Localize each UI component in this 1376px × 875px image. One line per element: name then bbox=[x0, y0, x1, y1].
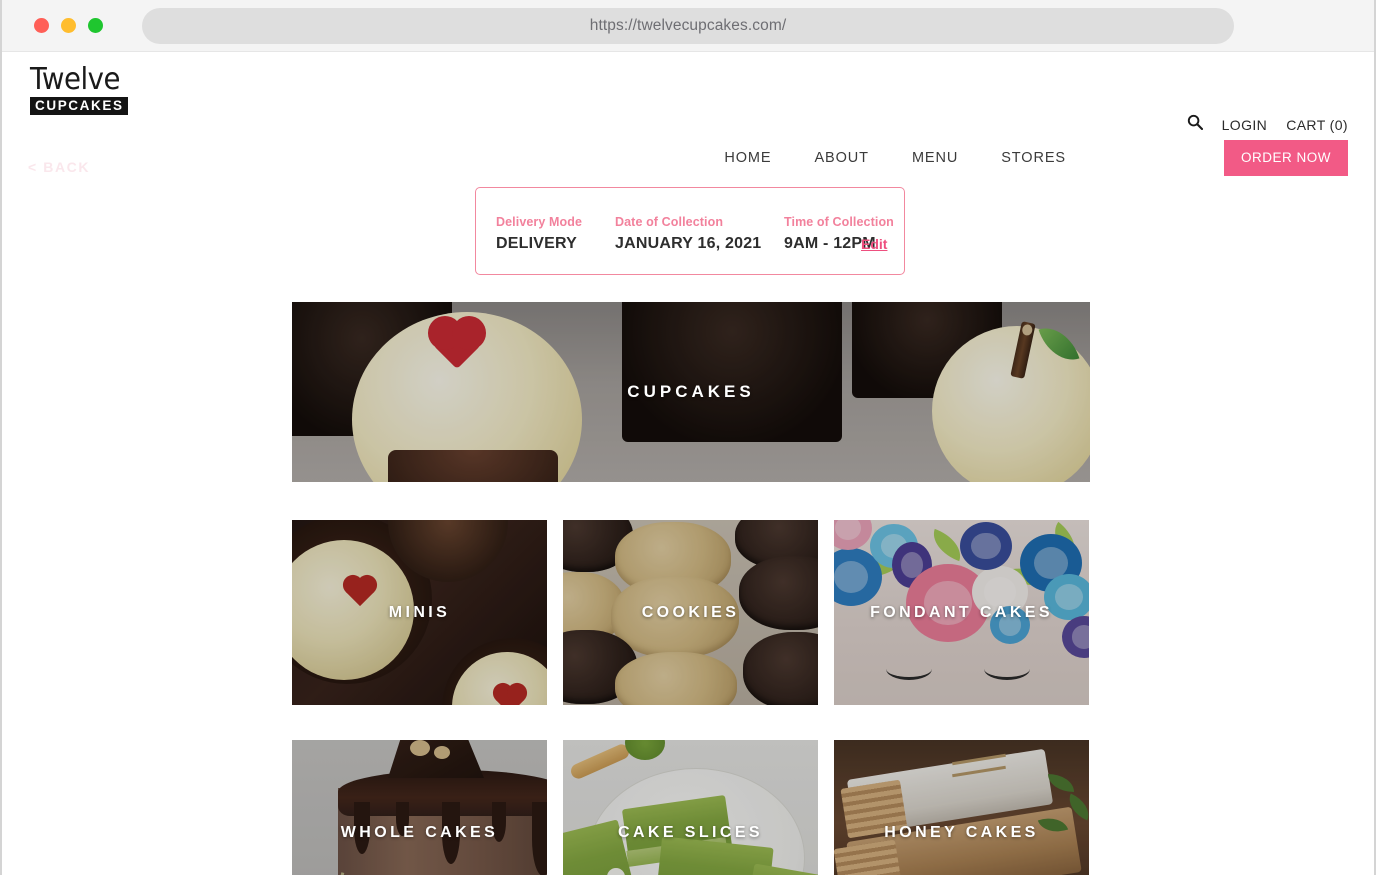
logo-cupcakes-badge: CUPCAKES bbox=[30, 97, 128, 115]
edit-delivery-link[interactable]: Edit bbox=[861, 236, 887, 252]
category-row-1: MINIS COOKIES FONDANT CAKES bbox=[292, 520, 1090, 705]
site-logo[interactable]: Twelve CUPCAKES bbox=[30, 62, 128, 115]
nav-menu[interactable]: MENU bbox=[912, 150, 958, 166]
traffic-light-buttons bbox=[2, 18, 103, 33]
category-honey-cakes[interactable]: HONEY CAKES bbox=[834, 740, 1089, 875]
category-cupcakes[interactable]: CUPCAKES bbox=[292, 302, 1090, 482]
category-grid: CUPCAKES MINIS COOKIES FONDANT CAKES WHO… bbox=[292, 302, 1090, 875]
category-label: HONEY CAKES bbox=[884, 823, 1039, 841]
collection-date-value: JANUARY 16, 2021 bbox=[615, 235, 762, 252]
collection-time-label: Time of Collection bbox=[784, 215, 894, 229]
maximize-window-icon[interactable] bbox=[88, 18, 103, 33]
delivery-mode-value: DELIVERY bbox=[496, 235, 578, 252]
back-link[interactable]: < BACK bbox=[28, 159, 90, 175]
main-navigation: HOME ABOUT MENU STORES bbox=[724, 150, 1066, 166]
cart-link[interactable]: CART (0) bbox=[1286, 117, 1348, 133]
utility-navigation: LOGIN CART (0) bbox=[1187, 114, 1348, 135]
delivery-mode-label: Delivery Mode bbox=[496, 215, 583, 229]
login-link[interactable]: LOGIN bbox=[1222, 117, 1268, 133]
browser-window: https://twelvecupcakes.com/ Twelve CUPCA… bbox=[0, 0, 1376, 875]
minimize-window-icon[interactable] bbox=[61, 18, 76, 33]
category-label: MINIS bbox=[388, 603, 451, 621]
category-row-2: WHOLE CAKES CAKE SLICES HONEY CAKES bbox=[292, 740, 1090, 875]
order-now-button[interactable]: ORDER NOW bbox=[1224, 140, 1348, 176]
delivery-mode-field: Delivery Mode DELIVERY bbox=[496, 215, 589, 253]
category-label: WHOLE CAKES bbox=[340, 823, 499, 841]
nav-home[interactable]: HOME bbox=[724, 150, 771, 166]
browser-chrome: https://twelvecupcakes.com/ bbox=[2, 0, 1374, 52]
site-header: Twelve CUPCAKES < BACK HOME ABOUT MENU S… bbox=[2, 52, 1374, 190]
category-label: CAKE SLICES bbox=[618, 823, 763, 841]
url-text: https://twelvecupcakes.com/ bbox=[589, 17, 787, 34]
collection-date-field: Date of Collection JANUARY 16, 2021 bbox=[615, 215, 762, 253]
page-content: Twelve CUPCAKES < BACK HOME ABOUT MENU S… bbox=[2, 52, 1374, 875]
close-window-icon[interactable] bbox=[34, 18, 49, 33]
category-label: COOKIES bbox=[641, 603, 740, 621]
category-minis[interactable]: MINIS bbox=[292, 520, 547, 705]
collection-date-label: Date of Collection bbox=[615, 215, 724, 229]
category-label: CUPCAKES bbox=[627, 382, 755, 401]
category-cake-slices[interactable]: CAKE SLICES bbox=[563, 740, 818, 875]
honey-cakes-photo bbox=[834, 740, 1089, 875]
url-bar[interactable]: https://twelvecupcakes.com/ bbox=[142, 8, 1234, 44]
delivery-fields: Delivery Mode DELIVERY Date of Collectio… bbox=[496, 215, 908, 253]
category-whole-cakes[interactable]: WHOLE CAKES bbox=[292, 740, 547, 875]
category-fondant-cakes[interactable]: FONDANT CAKES bbox=[834, 520, 1089, 705]
category-cookies[interactable]: COOKIES bbox=[563, 520, 818, 705]
category-label: FONDANT CAKES bbox=[870, 603, 1053, 621]
nav-about[interactable]: ABOUT bbox=[814, 150, 868, 166]
nav-stores[interactable]: STORES bbox=[1001, 150, 1066, 166]
logo-wordmark: Twelve bbox=[30, 62, 121, 97]
cake-slices-photo bbox=[563, 740, 818, 875]
delivery-summary-box: Delivery Mode DELIVERY Date of Collectio… bbox=[475, 187, 905, 275]
search-icon[interactable] bbox=[1187, 114, 1203, 135]
whole-cakes-photo bbox=[292, 740, 547, 875]
